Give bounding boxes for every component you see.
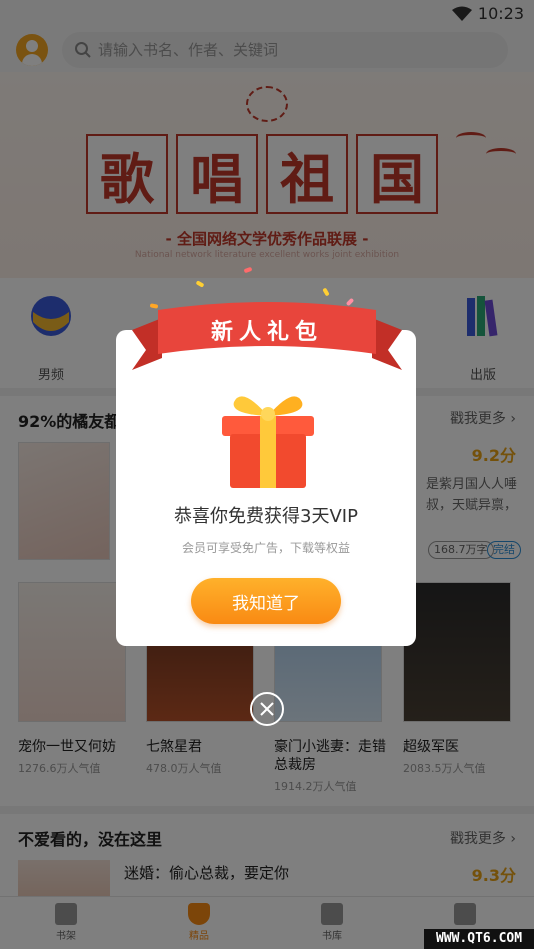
- dialog-title: 恭喜你免费获得3天VIP: [174, 506, 358, 527]
- gift-box-icon: [222, 396, 314, 488]
- got-it-button[interactable]: 我知道了: [191, 578, 341, 624]
- close-dialog-button[interactable]: [250, 692, 284, 726]
- dialog-subtitle: 会员可享受免广告，下载等权益: [181, 541, 350, 555]
- watermark: WWW.QT6.COM: [424, 929, 534, 949]
- ribbon-title: 新人礼包: [210, 320, 323, 345]
- close-icon: [260, 702, 274, 716]
